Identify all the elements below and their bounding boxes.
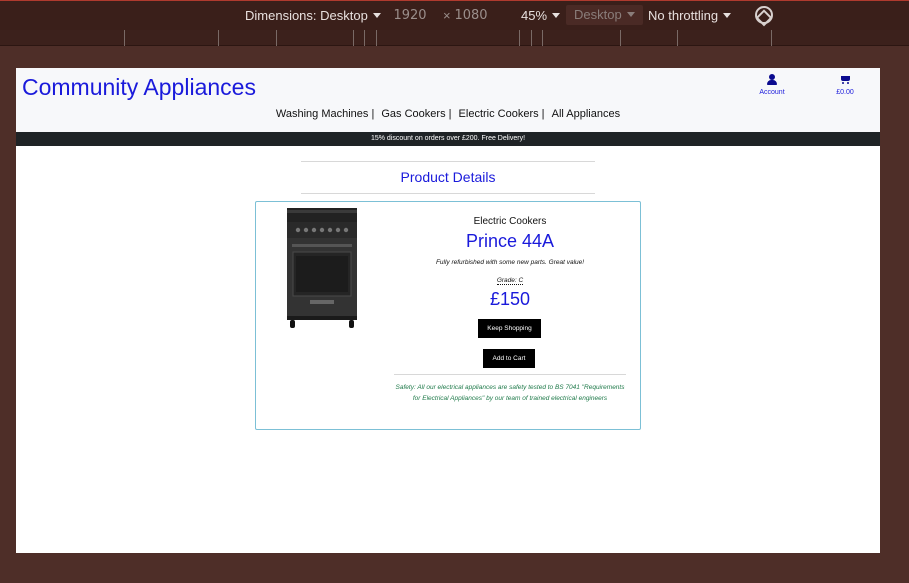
nav-link-washing-machines[interactable]: Washing Machines | [276,108,374,120]
width-input[interactable]: 1920 [387,6,433,26]
promo-banner: 15% discount on orders over £200. Free D… [16,132,880,146]
rotate-icon[interactable] [751,2,777,28]
ruler-tick[interactable] [620,30,621,46]
product-card: Electric Cookers Prince 44A Fully refurb… [255,201,641,430]
media-query-ruler [0,30,909,46]
page-title: Product Details [301,161,595,194]
product-description: Fully refurbished with some new parts. G… [435,259,585,266]
add-to-cart-button[interactable]: Add to Cart [483,349,535,368]
dimensions-dropdown[interactable]: Dimensions: Desktop [245,8,381,23]
site-header: Community Appliances Account £0.00 Washi… [16,68,880,132]
chevron-down-icon [626,12,635,17]
account-link[interactable]: Account [756,74,788,96]
main-nav: Washing Machines | Gas Cookers | Electri… [16,108,880,120]
chevron-down-icon [723,13,732,18]
chevron-down-icon [372,13,381,18]
ruler-tick[interactable] [276,30,277,46]
chevron-down-icon [552,13,561,18]
brand-logo-link[interactable]: Community Appliances [22,74,256,101]
page-viewport: Community Appliances Account £0.00 Washi… [16,68,880,553]
dimensions-label: Dimensions: Desktop [245,8,368,23]
safety-note: Safety: All our electrical appliances ar… [395,384,625,402]
ruler-tick[interactable] [542,30,543,46]
throttling-dropdown[interactable]: No throttling [648,8,732,23]
divider [394,374,626,375]
ruler-tick[interactable] [364,30,365,46]
ruler-tick[interactable] [353,30,354,46]
product-price: £150 [489,289,531,309]
product-category: Electric Cookers [473,216,547,227]
ruler-tick[interactable] [531,30,532,46]
product-name: Prince 44A [465,231,555,251]
account-label: Account [759,89,785,96]
cart-link[interactable]: £0.00 [830,74,860,96]
user-icon [767,74,777,86]
grade-text: Grade: C [496,277,524,285]
device-type-label: Desktop [574,7,622,22]
keep-shopping-button[interactable]: Keep Shopping [478,319,541,338]
nav-link-gas-cookers[interactable]: Gas Cookers | [381,108,451,120]
product-image [287,208,357,328]
ruler-tick[interactable] [677,30,678,46]
ruler-tick[interactable] [376,30,377,46]
nav-link-all-appliances[interactable]: All Appliances [552,108,621,120]
zoom-dropdown[interactable]: 45% [521,8,561,23]
product-grade: Grade: C [406,277,614,285]
device-type-dropdown[interactable]: Desktop [566,5,643,25]
devtools-toolbar: Dimensions: Desktop 1920 × 1080 45% Desk… [0,0,909,30]
ruler-tick[interactable] [519,30,520,46]
throttling-label: No throttling [648,8,719,23]
height-input[interactable]: 1080 [448,6,494,26]
cart-total: £0.00 [836,89,854,96]
zoom-label: 45% [521,8,548,23]
ruler-tick[interactable] [124,30,125,46]
ruler-tick[interactable] [771,30,772,46]
shopping-cart-icon [839,74,851,86]
ruler-tick[interactable] [218,30,219,46]
nav-link-electric-cookers[interactable]: Electric Cookers | [459,108,545,120]
